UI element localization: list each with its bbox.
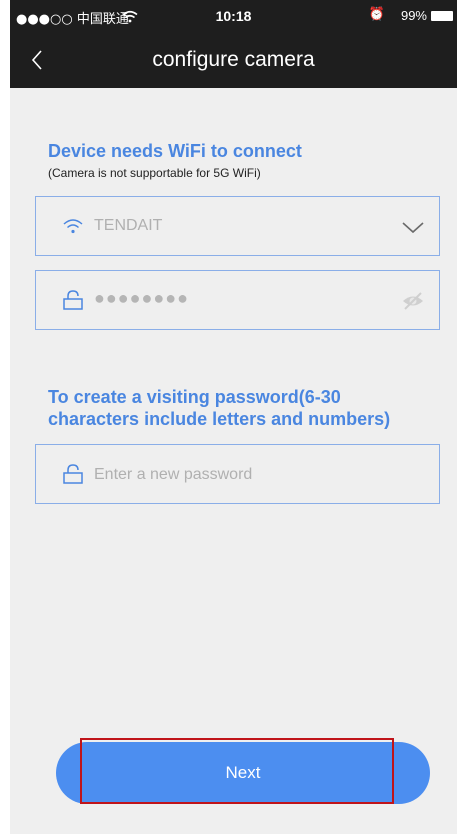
- status-time: 10:18: [215, 8, 252, 24]
- page-title: configure camera: [152, 48, 315, 71]
- app-screen: ●●●○○ 中国联通 10:18 ⏰ 99% configure camera …: [10, 0, 457, 834]
- password-mask: ●●●●●●●●: [94, 288, 189, 308]
- wifi-select-field[interactable]: TENDAIT: [35, 196, 440, 256]
- visit-password-title-line2: characters include letters and numbers): [48, 409, 391, 429]
- visit-password-field[interactable]: [35, 444, 440, 504]
- navigation-bar: configure camera: [10, 32, 457, 88]
- status-bar: ●●●○○ 中国联通 10:18 ⏰ 99%: [10, 0, 457, 32]
- eye-hidden-icon[interactable]: [401, 289, 425, 313]
- wifi-icon: [63, 219, 83, 234]
- visit-password-title-line1: To create a visiting password(6-30: [48, 387, 341, 407]
- wifi-password-field[interactable]: ●●●●●●●●: [35, 270, 440, 330]
- battery-icon: [431, 11, 453, 21]
- wifi-section-subtitle: (Camera is not supportable for 5G WiFi): [48, 166, 261, 180]
- next-button[interactable]: Next: [56, 742, 430, 804]
- lock-icon: [63, 290, 83, 310]
- chevron-down-icon[interactable]: [401, 215, 425, 239]
- lock-icon: [63, 464, 83, 484]
- new-password-input[interactable]: [94, 463, 414, 487]
- battery-percentage: 99%: [400, 8, 427, 23]
- alarm-icon: ⏰: [368, 7, 385, 22]
- wifi-ssid: TENDAIT: [94, 217, 163, 234]
- wifi-section-title: Device needs WiFi to connect: [48, 141, 302, 161]
